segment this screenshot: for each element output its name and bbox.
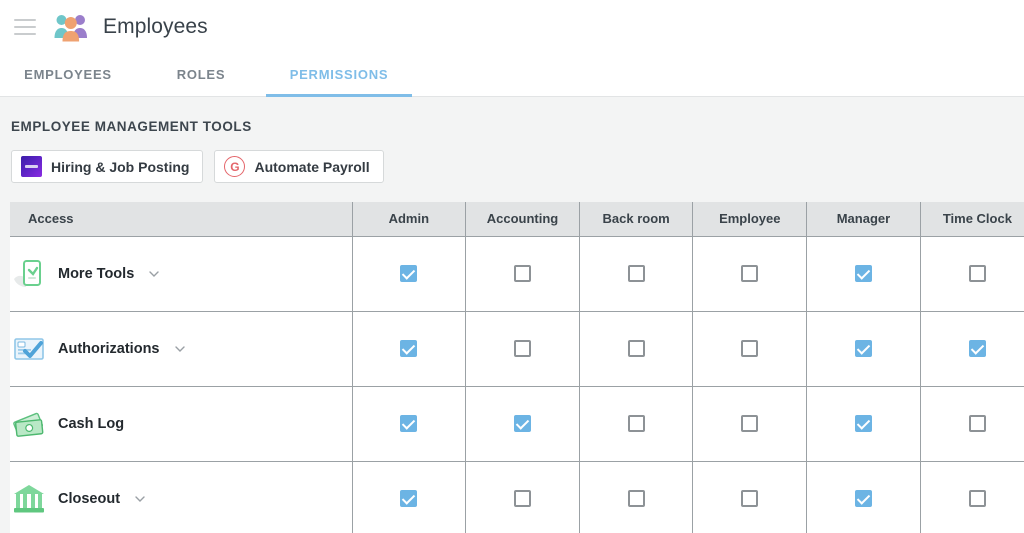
- hiring-job-posting-button[interactable]: Hiring & Job Posting: [11, 150, 203, 183]
- permission-checkbox[interactable]: [400, 490, 417, 507]
- permission-checkbox[interactable]: [628, 415, 645, 432]
- column-header-access: Access: [10, 202, 352, 236]
- tab-bar: EMPLOYEES ROLES PERMISSIONS: [0, 53, 1024, 97]
- table-row: More Tools: [10, 236, 1024, 311]
- checkbox-cell-accounting: [466, 236, 580, 311]
- check-card-icon: [12, 332, 46, 366]
- permission-checkbox[interactable]: [514, 265, 531, 282]
- permission-checkbox[interactable]: [741, 415, 758, 432]
- permissions-table-body: More Tools: [10, 236, 1024, 533]
- checkbox-cell-time-clock: [920, 386, 1024, 461]
- checkbox-cell-admin: [352, 461, 466, 533]
- permission-checkbox[interactable]: [741, 265, 758, 282]
- column-header-time-clock: Time Clock: [920, 202, 1024, 236]
- column-header-manager: Manager: [807, 202, 921, 236]
- gusto-logo-icon: G: [224, 156, 245, 177]
- permission-checkbox[interactable]: [628, 490, 645, 507]
- checkbox-cell-accounting: [466, 461, 580, 533]
- checkbox-cell-manager: [807, 461, 921, 533]
- checkbox-cell-time-clock: [920, 311, 1024, 386]
- feature-label: More Tools: [58, 266, 134, 282]
- checkbox-cell-employee: [693, 311, 807, 386]
- indeed-logo-icon: [21, 156, 42, 177]
- chevron-down-icon[interactable]: [148, 268, 160, 280]
- permissions-table: Access Admin Accounting Back room Employ…: [10, 202, 1024, 533]
- checkbox-cell-manager: [807, 386, 921, 461]
- permission-checkbox[interactable]: [969, 340, 986, 357]
- permissions-table-wrap: Access Admin Accounting Back room Employ…: [0, 202, 1024, 533]
- permission-checkbox[interactable]: [855, 490, 872, 507]
- permissions-panel: EMPLOYEE MANAGEMENT TOOLS Hiring & Job P…: [0, 97, 1024, 533]
- feature-cell: Cash Log: [10, 386, 352, 461]
- permission-checkbox[interactable]: [400, 340, 417, 357]
- chevron-down-icon[interactable]: [134, 493, 146, 505]
- table-row: Cash Log: [10, 386, 1024, 461]
- tab-roles[interactable]: ROLES: [136, 53, 266, 96]
- page-title: Employees: [103, 15, 208, 39]
- permission-checkbox[interactable]: [628, 340, 645, 357]
- permission-checkbox[interactable]: [514, 340, 531, 357]
- permission-checkbox[interactable]: [969, 265, 986, 282]
- checkbox-cell-back-room: [579, 461, 693, 533]
- tool-buttons: Hiring & Job Posting G Automate Payroll: [0, 134, 1024, 183]
- bank-building-icon: [12, 482, 46, 516]
- checkbox-cell-employee: [693, 386, 807, 461]
- permission-checkbox[interactable]: [628, 265, 645, 282]
- hiring-job-posting-label: Hiring & Job Posting: [51, 159, 189, 175]
- checkbox-cell-back-room: [579, 236, 693, 311]
- column-header-admin: Admin: [352, 202, 466, 236]
- checkbox-cell-employee: [693, 461, 807, 533]
- permission-checkbox[interactable]: [400, 265, 417, 282]
- automate-payroll-button[interactable]: G Automate Payroll: [214, 150, 383, 183]
- checkbox-cell-employee: [693, 236, 807, 311]
- table-row: Authorizations: [10, 311, 1024, 386]
- checkbox-cell-back-room: [579, 386, 693, 461]
- feature-label: Closeout: [58, 491, 120, 507]
- employees-group-icon: [53, 12, 89, 42]
- permission-checkbox[interactable]: [741, 490, 758, 507]
- table-row: Closeout: [10, 461, 1024, 533]
- checkbox-cell-back-room: [579, 311, 693, 386]
- feature-cell: Authorizations: [10, 311, 352, 386]
- permission-checkbox[interactable]: [741, 340, 758, 357]
- tab-permissions[interactable]: PERMISSIONS: [266, 53, 412, 96]
- checkbox-cell-admin: [352, 386, 466, 461]
- permission-checkbox[interactable]: [969, 490, 986, 507]
- feature-cell: More Tools: [10, 236, 352, 311]
- permission-checkbox[interactable]: [855, 340, 872, 357]
- app-header: Employees: [0, 0, 1024, 53]
- permission-checkbox[interactable]: [855, 265, 872, 282]
- checkbox-cell-accounting: [466, 386, 580, 461]
- checkbox-cell-time-clock: [920, 236, 1024, 311]
- permission-checkbox[interactable]: [514, 415, 531, 432]
- money-bills-icon: [12, 407, 46, 441]
- permission-checkbox[interactable]: [969, 415, 986, 432]
- column-header-employee: Employee: [693, 202, 807, 236]
- hamburger-menu-icon[interactable]: [14, 19, 36, 35]
- chevron-down-icon[interactable]: [174, 343, 186, 355]
- checkbox-cell-accounting: [466, 311, 580, 386]
- column-header-back-room: Back room: [579, 202, 693, 236]
- checkbox-cell-admin: [352, 236, 466, 311]
- checkbox-cell-manager: [807, 236, 921, 311]
- permission-checkbox[interactable]: [400, 415, 417, 432]
- tab-employees[interactable]: EMPLOYEES: [0, 53, 136, 96]
- automate-payroll-label: Automate Payroll: [254, 159, 369, 175]
- checkbox-cell-admin: [352, 311, 466, 386]
- feature-label: Authorizations: [58, 341, 160, 357]
- section-title: EMPLOYEE MANAGEMENT TOOLS: [0, 97, 1024, 134]
- column-header-accounting: Accounting: [466, 202, 580, 236]
- feature-cell: Closeout: [10, 461, 352, 533]
- table-header-row: Access Admin Accounting Back room Employ…: [10, 202, 1024, 236]
- checkbox-cell-manager: [807, 311, 921, 386]
- checkbox-cell-time-clock: [920, 461, 1024, 533]
- hand-holding-phone-icon: [12, 257, 46, 291]
- feature-label: Cash Log: [58, 416, 124, 432]
- permission-checkbox[interactable]: [514, 490, 531, 507]
- permission-checkbox[interactable]: [855, 415, 872, 432]
